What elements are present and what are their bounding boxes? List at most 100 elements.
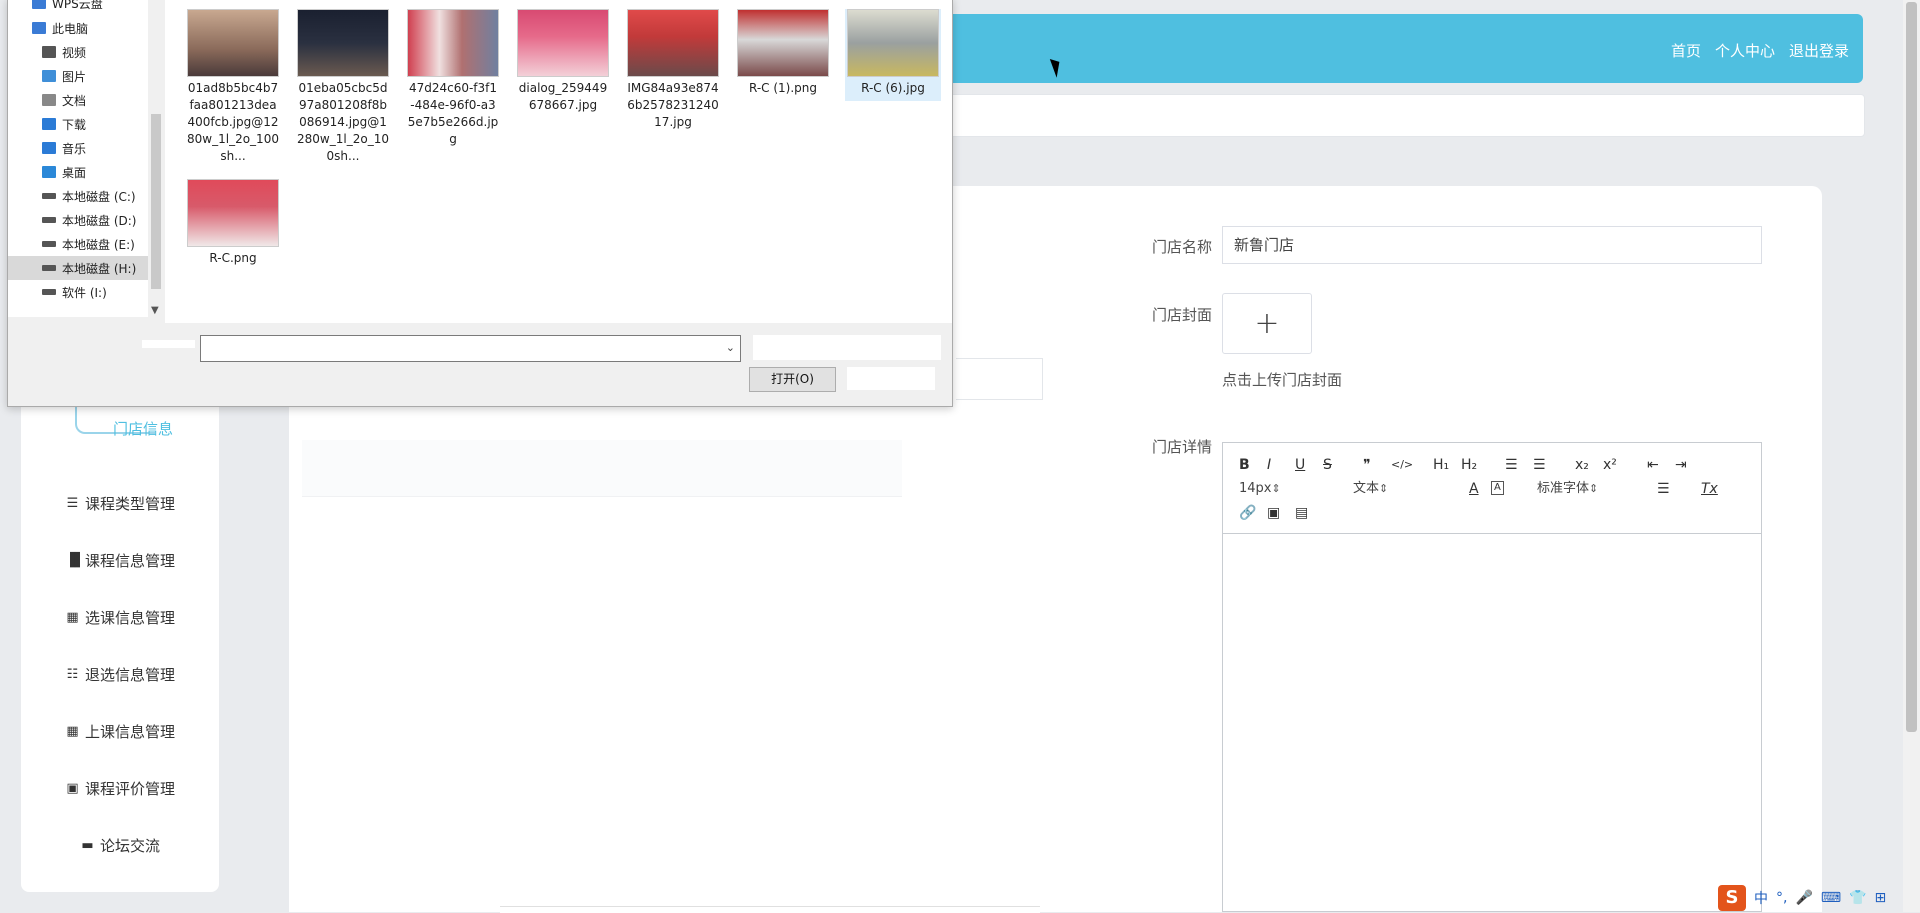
file-item[interactable]: IMG84a93e8746b257823124017.jpg (625, 9, 721, 131)
file-name: 01ad8b5bc4b7faa801213dea400fcb.jpg@1280w… (187, 81, 279, 163)
heading1-button[interactable]: H₁ (1433, 457, 1449, 473)
tree-item-drive-i[interactable]: 软件 (I:) (42, 280, 156, 304)
tree-item-pictures[interactable]: 图片 (42, 64, 156, 88)
tree-item-downloads[interactable]: 下载 (42, 112, 156, 136)
tree-item-label: 本地磁盘 (D:) (62, 213, 137, 228)
microphone-icon[interactable]: 🎤 (1795, 890, 1812, 906)
file-item[interactable]: R-C.png (185, 179, 281, 267)
ordered-list-button[interactable]: ☰ (1505, 457, 1518, 473)
code-button[interactable]: </> (1391, 457, 1413, 473)
skin-icon[interactable]: 👕 (1849, 890, 1866, 906)
file-type-filter[interactable] (753, 335, 941, 360)
tree-item-wps-cloud[interactable]: WPS云盘 (32, 0, 156, 15)
sidebar: 门店信息 ☰ 课程类型管理 ▐▌ 课程信息管理 ▦ 选课信息管理 ☷ 退选信息管… (21, 380, 219, 892)
desktop-icon (42, 166, 56, 178)
page-scrollbar-thumb[interactable] (1906, 2, 1917, 732)
sidebar-item-classes[interactable]: ▦ 上课信息管理 (21, 703, 219, 760)
font-family-select[interactable]: 标准字体 (1537, 481, 1627, 497)
tree-item-label: 图片 (62, 69, 87, 84)
tree-item-videos[interactable]: 视频 (42, 40, 156, 64)
keyboard-icon[interactable]: ⌨ (1821, 890, 1841, 906)
italic-button[interactable]: I (1267, 457, 1271, 473)
sidebar-item-course-info[interactable]: ▐▌ 课程信息管理 (21, 532, 219, 589)
file-item[interactable]: 47d24c60-f3f1-484e-96f0-a35e7b5e266d.jpg (405, 9, 501, 148)
strikethrough-button[interactable]: S (1323, 457, 1332, 473)
tree-item-desktop[interactable]: 桌面 (42, 160, 156, 184)
ime-toolbar: S 中 °, 🎤 ⌨ 👕 ⊞ (1718, 884, 1886, 912)
tree-item-drive-e[interactable]: 本地磁盘 (E:) (42, 232, 156, 256)
outdent-button[interactable]: ⇤ (1647, 457, 1659, 473)
tree-item-network[interactable]: 网络 (32, 312, 156, 317)
subscript-button[interactable]: x₂ (1575, 457, 1589, 473)
file-item[interactable]: 01ad8b5bc4b7faa801213dea400fcb.jpg@1280w… (185, 9, 281, 165)
sidebar-item-forum[interactable]: ▬ 论坛交流 (21, 817, 219, 874)
profile-link[interactable]: 个人中心 (1715, 40, 1775, 61)
clear-format-button[interactable]: Tx (1701, 481, 1718, 497)
file-name: IMG84a93e8746b257823124017.jpg (627, 81, 719, 129)
align-button[interactable]: ☰ (1657, 481, 1670, 497)
background-color-button[interactable]: A (1491, 481, 1504, 495)
sliders-icon: ☷ (66, 667, 79, 682)
breadcrumb-bar (930, 94, 1865, 137)
file-name-combobox[interactable]: ⌄ (200, 335, 741, 362)
store-name-input[interactable]: 新鲁门店 (1222, 226, 1762, 264)
file-thumbnail (847, 9, 939, 77)
quote-button[interactable]: ❞ (1363, 457, 1371, 473)
tree-item-drive-h[interactable]: 本地磁盘 (H:) (8, 256, 148, 280)
sidebar-item-enrollment[interactable]: ▦ 选课信息管理 (21, 589, 219, 646)
rich-text-editor: B I U S ❞ </> H₁ H₂ ☰ ☰ x₂ x² ⇤ ⇥ 14px 文… (1222, 442, 1762, 912)
tree-item-documents[interactable]: 文档 (42, 88, 156, 112)
top-header-bar: 首页 个人中心 退出登录 (930, 14, 1863, 83)
punctuation-icon[interactable]: °, (1776, 890, 1787, 906)
cover-upload-button[interactable]: + (1222, 293, 1312, 354)
link-icon[interactable]: 🔗 (1239, 505, 1256, 521)
font-color-button[interactable]: A (1469, 481, 1479, 497)
cloud-icon (32, 0, 46, 9)
sidebar-item-withdrawal[interactable]: ☷ 退选信息管理 (21, 646, 219, 703)
cancel-button[interactable] (847, 367, 935, 390)
file-name: dialog_259449678667.jpg (518, 81, 608, 112)
video-icon[interactable]: ▤ (1295, 505, 1308, 521)
superscript-button[interactable]: x² (1603, 457, 1617, 473)
home-link[interactable]: 首页 (1671, 40, 1701, 61)
heading2-button[interactable]: H₂ (1461, 457, 1477, 473)
tree-item-drive-d[interactable]: 本地磁盘 (D:) (42, 208, 156, 232)
paragraph-select[interactable]: 文本 (1353, 481, 1433, 497)
sidebar-item-label: 选课信息管理 (84, 609, 175, 627)
drive-icon (42, 289, 56, 295)
file-name: R-C (6).jpg (861, 81, 925, 95)
sidebar-item-label: 论坛交流 (99, 837, 160, 855)
underline-button[interactable]: U (1295, 457, 1305, 473)
image-icon[interactable]: ▣ (1267, 505, 1280, 521)
ime-mode-toggle[interactable]: 中 (1754, 888, 1768, 908)
tree-scrollbar-thumb[interactable] (151, 114, 161, 289)
sogou-logo-icon[interactable]: S (1718, 885, 1746, 911)
sidebar-item-course-types[interactable]: ☰ 课程类型管理 (21, 475, 219, 532)
document-icon (42, 94, 56, 106)
indent-button[interactable]: ⇥ (1675, 457, 1687, 473)
tree-item-this-pc[interactable]: 此电脑 (32, 16, 156, 40)
file-item-selected[interactable]: R-C (6).jpg (845, 9, 941, 101)
chevron-down-icon[interactable]: ▼ (151, 305, 159, 316)
sidebar-item-reviews[interactable]: ▣ 课程评价管理 (21, 760, 219, 817)
tree-item-drive-c[interactable]: 本地磁盘 (C:) (42, 184, 156, 208)
sidebar-item-label: 课程类型管理 (84, 495, 175, 513)
file-item[interactable]: 01eba05cbc5d97a801208f8b086914.jpg@1280w… (295, 9, 391, 165)
partial-input-field[interactable] (956, 358, 1043, 400)
bold-button[interactable]: B (1239, 457, 1250, 473)
chevron-down-icon[interactable]: ⌄ (726, 341, 735, 354)
font-size-select[interactable]: 14px (1239, 481, 1319, 497)
open-button[interactable]: 打开(O) (749, 367, 836, 392)
file-item[interactable]: R-C (1).png (735, 9, 831, 97)
tree-item-music[interactable]: 音乐 (42, 136, 156, 160)
ticket-icon: ▬ (81, 838, 94, 853)
toolbox-icon[interactable]: ⊞ (1875, 890, 1887, 906)
logout-link[interactable]: 退出登录 (1789, 40, 1849, 61)
sidebar-item-label: 上课信息管理 (84, 723, 175, 741)
page-scrollbar[interactable] (1903, 0, 1920, 912)
file-item[interactable]: dialog_259449678667.jpg (515, 9, 611, 114)
unordered-list-button[interactable]: ☰ (1533, 457, 1546, 473)
tree-scrollbar[interactable]: ▼ (148, 0, 164, 323)
sidebar-item-label: 退选信息管理 (84, 666, 175, 684)
store-cover-label: 门店封面 (1152, 306, 1213, 324)
